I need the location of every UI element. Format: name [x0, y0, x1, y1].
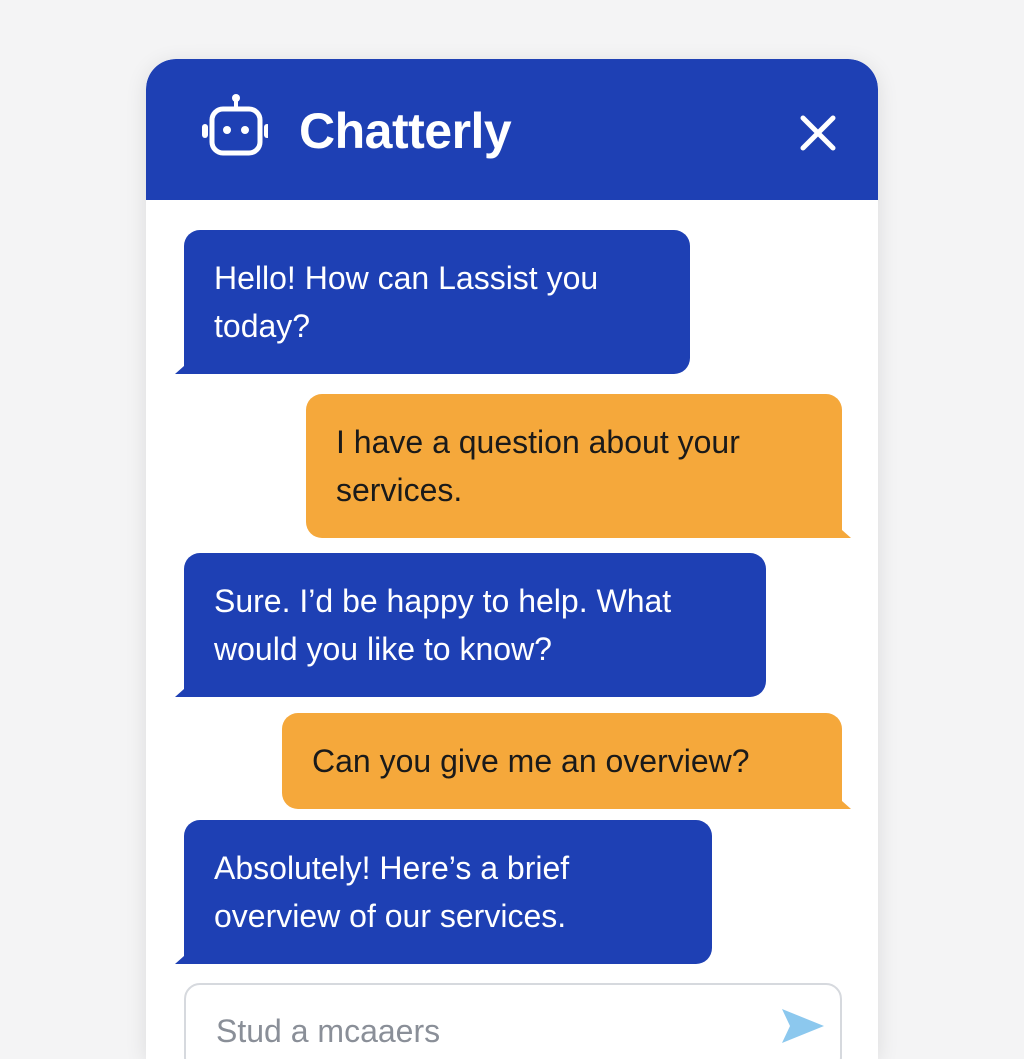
bubble-tail — [833, 522, 851, 538]
message-text: Can you give me an overview? — [312, 743, 750, 779]
bubble-tail — [833, 793, 851, 809]
app-title: Chatterly — [299, 103, 512, 159]
chat-header: Chatterly — [146, 59, 878, 200]
message-text: Absolutely! Here’s a brief overview of o… — [214, 850, 570, 934]
bot-message: Hello! How can Lassist you today? — [175, 230, 690, 374]
message-composer — [184, 983, 842, 1059]
message-text: Hello! How can Lassist you today? — [214, 260, 599, 344]
bubble-tail — [175, 948, 193, 964]
bubble-tail — [175, 358, 193, 374]
user-message: Can you give me an overview? — [282, 713, 851, 809]
bubble-tail — [175, 681, 193, 697]
bot-message: Sure. I’d be happy to help. What would y… — [175, 553, 766, 697]
send-icon[interactable] — [778, 1001, 828, 1051]
message-text: I have a question about your services. — [336, 424, 740, 508]
bot-message: Absolutely! Here’s a brief overview of o… — [175, 820, 712, 964]
message-input[interactable] — [214, 1005, 758, 1057]
robot-icon — [202, 94, 268, 156]
message-text: Sure. I’d be happy to help. What would y… — [214, 583, 672, 667]
close-icon[interactable] — [796, 111, 840, 155]
chat-widget: Chatterly Hello! How can Lassist you tod… — [146, 59, 878, 1059]
user-message: I have a question about your services. — [306, 394, 851, 538]
message-list: Hello! How can Lassist you today? I have… — [146, 200, 878, 980]
